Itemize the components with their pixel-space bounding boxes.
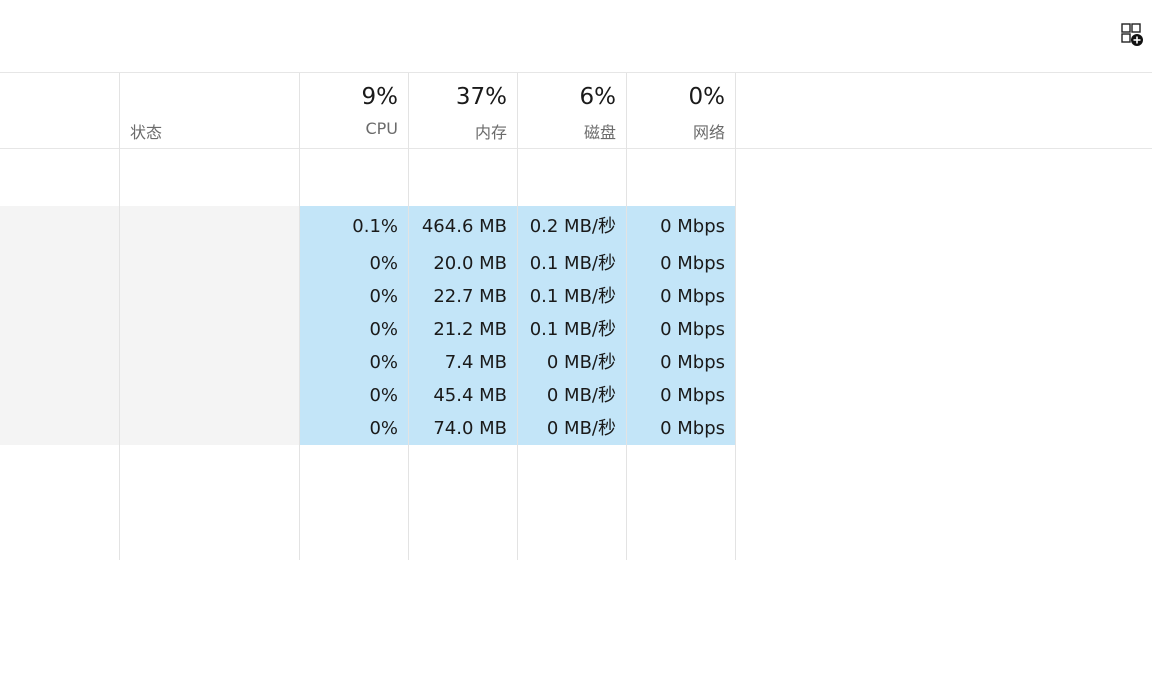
column-header-disk[interactable]: 磁盘 [517, 119, 616, 142]
disk-usage-percent[interactable]: 6% [517, 84, 617, 112]
network-cell: 0 Mbps [660, 319, 725, 340]
task-manager-processes-view: 状态 9% CPU 37% 内存 6% 磁盘 0% 网络 0.1% 464.6 … [0, 0, 1152, 682]
cpu-cell: 0% [369, 253, 398, 274]
disk-cell: 0 MB/秒 [546, 418, 616, 439]
network-cell: 0 Mbps [660, 385, 725, 406]
add-widget-icon[interactable] [1120, 22, 1146, 48]
table-row[interactable]: 0% 22.7 MB 0.1 MB/秒 0 Mbps [0, 280, 1152, 313]
cpu-usage-percent[interactable]: 9% [299, 84, 399, 112]
cpu-cell: 0% [369, 418, 398, 439]
header-top-divider [0, 72, 1152, 73]
memory-usage-percent[interactable]: 37% [408, 84, 507, 112]
cpu-cell: 0% [369, 319, 398, 340]
column-header-cpu[interactable]: CPU [299, 119, 398, 139]
table-row[interactable]: 0% 74.0 MB 0 MB/秒 0 Mbps [0, 412, 1152, 445]
disk-cell: 0.2 MB/秒 [529, 216, 616, 237]
column-header-memory[interactable]: 内存 [408, 119, 507, 142]
column-header-status[interactable]: 状态 [130, 119, 162, 142]
disk-cell: 0.1 MB/秒 [529, 319, 616, 340]
column-header-network[interactable]: 网络 [626, 119, 725, 142]
network-usage-percent[interactable]: 0% [626, 84, 726, 112]
network-cell: 0 Mbps [660, 253, 725, 274]
disk-cell: 0.1 MB/秒 [529, 253, 616, 274]
cpu-cell: 0% [369, 286, 398, 307]
table-row[interactable]: 0% 45.4 MB 0 MB/秒 0 Mbps [0, 379, 1152, 412]
table-row[interactable]: 0% 21.2 MB 0.1 MB/秒 0 Mbps [0, 313, 1152, 346]
disk-cell: 0 MB/秒 [546, 352, 616, 373]
table-row[interactable]: 0.1% 464.6 MB 0.2 MB/秒 0 Mbps [0, 210, 1152, 243]
cpu-cell: 0.1% [352, 216, 398, 237]
memory-cell: 7.4 MB [444, 352, 507, 373]
network-cell: 0 Mbps [660, 286, 725, 307]
memory-cell: 21.2 MB [433, 319, 507, 340]
table-row[interactable]: 0% 7.4 MB 0 MB/秒 0 Mbps [0, 346, 1152, 379]
cpu-cell: 0% [369, 352, 398, 373]
toolbar [0, 0, 1152, 72]
memory-cell: 74.0 MB [433, 418, 507, 439]
memory-cell: 20.0 MB [433, 253, 507, 274]
table-row[interactable]: 0% 20.0 MB 0.1 MB/秒 0 Mbps [0, 247, 1152, 280]
network-cell: 0 Mbps [660, 418, 725, 439]
network-cell: 0 Mbps [660, 352, 725, 373]
header-bottom-divider [0, 148, 1152, 149]
memory-cell: 464.6 MB [421, 216, 507, 237]
disk-cell: 0.1 MB/秒 [529, 286, 616, 307]
memory-cell: 22.7 MB [433, 286, 507, 307]
disk-cell: 0 MB/秒 [546, 385, 616, 406]
cpu-cell: 0% [369, 385, 398, 406]
network-cell: 0 Mbps [660, 216, 725, 237]
memory-cell: 45.4 MB [433, 385, 507, 406]
